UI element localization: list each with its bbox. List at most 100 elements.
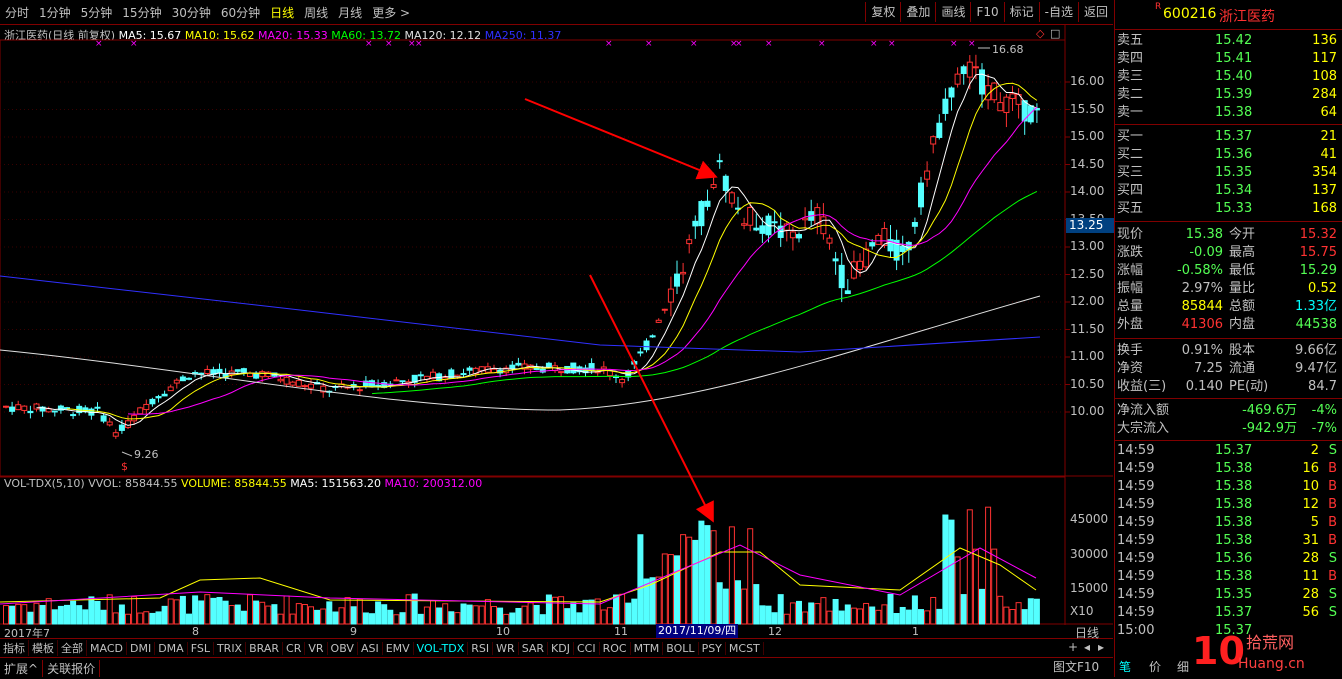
volume-bar (15, 603, 22, 625)
indicator-tab-18[interactable]: KDJ (548, 641, 574, 655)
volume-bar (570, 602, 577, 625)
volume-bar (997, 595, 1004, 625)
tick-side: B (1328, 533, 1337, 548)
candle-body (991, 82, 998, 101)
candle-body (911, 222, 918, 227)
tabs-plus-button[interactable]: + (1068, 640, 1078, 654)
candle-body (838, 264, 845, 289)
indicator-tab-14[interactable]: VOL-TDX (414, 641, 469, 655)
indicator-tab-24[interactable]: MCST (726, 641, 764, 655)
indicator-tab-1[interactable]: 模板 (29, 640, 58, 656)
volume-bar (741, 588, 748, 625)
volume-bar (765, 605, 772, 625)
indicator-tab-9[interactable]: CR (283, 641, 306, 655)
volume-bar (972, 548, 979, 625)
candle-body (1027, 105, 1034, 123)
expand-button[interactable]: 扩展^ (0, 659, 44, 677)
volume-bar (625, 602, 632, 625)
volume-bar (753, 584, 760, 625)
quote-value: -0.58% (1177, 263, 1223, 278)
indicator-tab-8[interactable]: BRAR (246, 641, 284, 655)
volume-ma10-line (0, 544, 1037, 605)
indicator-tab-5[interactable]: DMA (155, 641, 188, 655)
price-tick-label: 14.50 (1070, 156, 1105, 171)
volume-bar (222, 600, 229, 625)
indicator-tab-23[interactable]: PSY (699, 641, 726, 655)
candle-body (70, 414, 77, 417)
volume-bar (277, 613, 284, 625)
indicator-tab-0[interactable]: 指标 (0, 640, 29, 656)
volume-bar (930, 596, 937, 625)
volume-bar (411, 593, 418, 625)
indicator-tab-20[interactable]: ROC (600, 641, 631, 655)
volume-bar (118, 604, 125, 625)
volume-bar (515, 607, 522, 625)
date-label: 11 (614, 625, 628, 638)
volume-bar (728, 526, 735, 625)
indicator-tab-2[interactable]: 全部 (58, 640, 87, 656)
right-tab-0[interactable]: 图文F10 (1053, 658, 1099, 675)
tabs-left-icon[interactable]: ◂ (1084, 640, 1090, 654)
indicator-tab-3[interactable]: MACD (87, 641, 127, 655)
volume-bar (924, 610, 931, 625)
candle-body (796, 234, 802, 239)
indicator-tab-19[interactable]: CCI (574, 641, 600, 655)
indicator-tab-13[interactable]: EMV (383, 641, 414, 655)
volume-tick-label: 30000 (1070, 546, 1109, 561)
right-tab-1[interactable]: 笔 (1119, 658, 1131, 675)
bid-label: 买五 (1117, 201, 1144, 216)
indicator-tab-21[interactable]: MTM (631, 641, 664, 655)
kline-chart[interactable]: × × × × × × × × × ×× × × × × × × 16.68 9.26 $ (0, 0, 1113, 640)
indicator-tab-12[interactable]: ASI (358, 641, 383, 655)
event-mark: × (888, 39, 896, 49)
related-quote-button[interactable]: 关联报价 (43, 659, 101, 677)
quote-row: 涨幅 -0.58% 最低 15.29 (1115, 262, 1341, 280)
indicator-tab-15[interactable]: RSI (468, 641, 494, 655)
tabs-right-icon[interactable]: ▸ (1098, 640, 1104, 654)
indicator-tab-11[interactable]: OBV (328, 641, 358, 655)
indicator-tab-22[interactable]: BOLL (663, 641, 699, 655)
volume-bar (509, 612, 516, 625)
candle-body (789, 231, 796, 239)
candle-body (600, 366, 607, 370)
volume-bar (149, 612, 156, 625)
right-tab-3[interactable]: 细 (1177, 658, 1189, 675)
volume-bar (802, 611, 809, 625)
indicator-tab-16[interactable]: WR (493, 641, 519, 655)
tick-side: S (1328, 605, 1337, 620)
volume-bar (722, 588, 729, 625)
indicator-tab-4[interactable]: DMI (127, 641, 156, 655)
tick-volume: 56 (1302, 605, 1319, 620)
quote-value: 1.33亿 (1295, 299, 1337, 314)
indicator-tab-10[interactable]: VR (305, 641, 328, 655)
candle-body (3, 405, 9, 408)
candle-body (509, 364, 516, 370)
period-indicator[interactable]: 日线 (1075, 624, 1099, 641)
tick-time: 14:59 (1117, 587, 1155, 602)
ask-price: 15.41 (1215, 51, 1253, 66)
divider (1115, 338, 1342, 339)
volume-bar (777, 594, 784, 625)
candle-body (466, 367, 473, 371)
volume-bar (686, 536, 693, 625)
candle-body (369, 380, 375, 387)
event-mark: × (365, 39, 373, 49)
indicator-tab-17[interactable]: SAR (519, 641, 549, 655)
candle-body (747, 206, 754, 226)
volume-bar (478, 605, 485, 625)
ask-volume: 284 (1312, 87, 1337, 102)
candle-body (167, 386, 174, 392)
quote-label: 最高 (1229, 245, 1256, 260)
volume-bar (39, 604, 46, 625)
bottom-bar: 扩展^ 关联报价 (0, 657, 1113, 678)
indicator-tab-6[interactable]: FSL (188, 641, 214, 655)
indicator-tab-7[interactable]: TRIX (214, 641, 247, 655)
volume-bar (112, 612, 119, 625)
tick-price: 15.36 (1215, 551, 1253, 566)
tick-volume: 12 (1302, 497, 1319, 512)
volume-bar (64, 604, 70, 625)
candle-body (680, 271, 687, 275)
right-tab-2[interactable]: 价 (1149, 658, 1161, 675)
price-tick-label: 12.00 (1070, 294, 1105, 308)
volume-label: VOLUME: 85844.55 (181, 477, 287, 490)
